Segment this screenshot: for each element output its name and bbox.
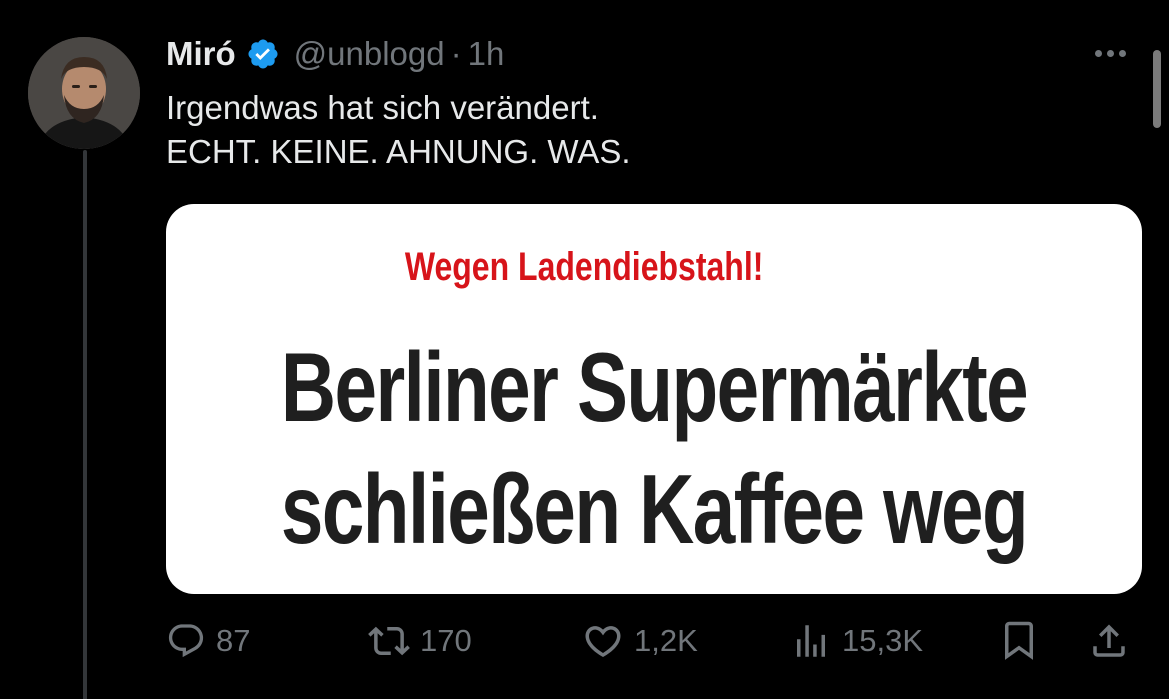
views-button[interactable]: 15,3K — [790, 616, 923, 666]
media-kicker-text: Wegen Ladendiebstahl! — [405, 245, 764, 289]
more-dots-icon[interactable] — [1095, 38, 1126, 68]
like-count: 1,2K — [634, 623, 698, 658]
reply-button[interactable]: 87 — [166, 616, 250, 666]
tweet-header: Miró @unblogd · 1h — [166, 30, 504, 78]
media-headline-line-1: Berliner Supermärkte — [166, 338, 1142, 436]
tweet-time[interactable]: 1h — [468, 35, 505, 73]
separator-dot: · — [450, 35, 462, 72]
reply-icon — [168, 624, 204, 658]
media-headline-text-1: Berliner Supermärkte — [280, 332, 1029, 442]
media-headline-text-2: schließen Kaffee weg — [280, 454, 1029, 564]
author-name[interactable]: Miró — [166, 35, 236, 73]
share-button[interactable] — [1088, 616, 1130, 666]
tweet-text: Irgendwas hat sich verändert. ECHT. KEIN… — [166, 86, 631, 174]
avatar-image — [28, 37, 140, 149]
like-button[interactable]: 1,2K — [582, 616, 698, 666]
avatar[interactable] — [28, 37, 140, 149]
tweet-text-line-2: ECHT. KEINE. AHNUNG. WAS. — [166, 133, 631, 170]
verified-badge-icon — [248, 39, 278, 69]
share-icon — [1093, 624, 1125, 657]
reply-count: 87 — [216, 623, 251, 658]
media-kicker: Wegen Ladendiebstahl! — [0, 245, 1169, 290]
views-count: 15,3K — [842, 623, 924, 658]
scrollbar[interactable] — [1153, 50, 1161, 128]
bookmark-icon — [1005, 621, 1033, 660]
retweet-button[interactable]: 170 — [368, 616, 472, 666]
media-headline-line-2: schließen Kaffee weg — [166, 460, 1142, 558]
retweet-count: 170 — [420, 623, 472, 658]
tweet-text-line-1: Irgendwas hat sich verändert. — [166, 89, 599, 126]
views-icon — [797, 625, 825, 657]
action-bar: 87 170 1,2K 15,3K — [0, 616, 1169, 666]
retweet-icon — [368, 626, 410, 656]
author-handle[interactable]: @unblogd — [294, 35, 445, 73]
like-icon — [585, 626, 621, 658]
bookmark-button[interactable] — [1000, 616, 1038, 666]
